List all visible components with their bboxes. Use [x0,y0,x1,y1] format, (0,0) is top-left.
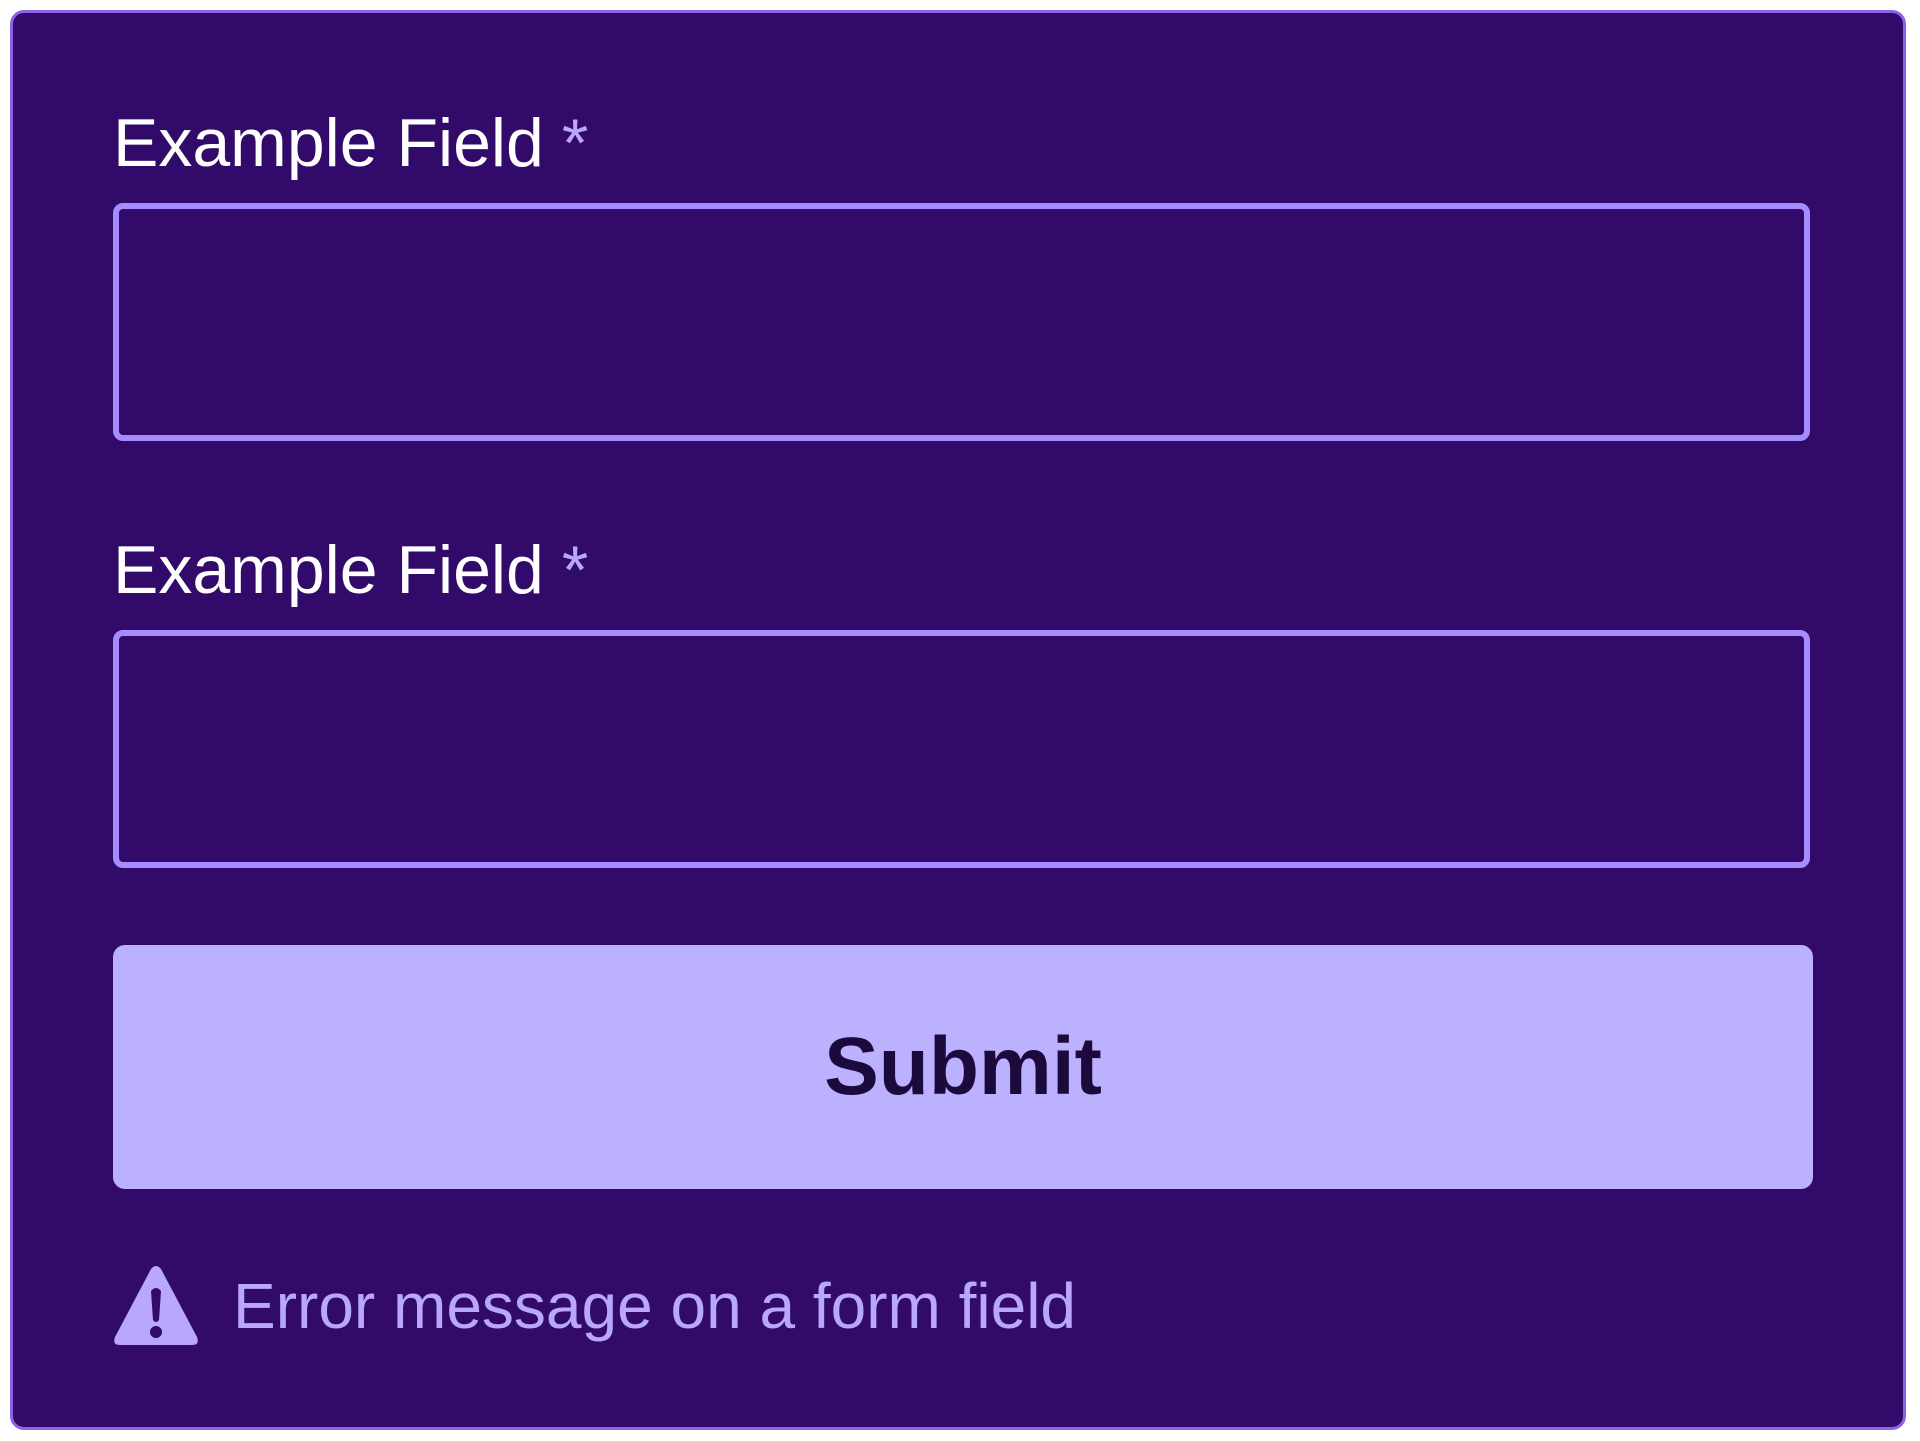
field-label-1: Example Field * [113,109,588,177]
example-field-input-1[interactable] [113,203,1810,441]
field-label-text: Example Field [113,532,544,608]
submit-button[interactable]: Submit [113,945,1813,1189]
error-message: Error message on a form field [113,1263,1076,1348]
example-field-input-2[interactable] [113,630,1810,868]
error-text: Error message on a form field [233,1269,1076,1342]
field-label-text: Example Field [113,105,544,181]
required-asterisk: * [561,532,589,608]
required-asterisk: * [561,105,589,181]
warning-triangle-icon [114,1265,198,1345]
form-panel: Example Field * Example Field * Submit Err… [10,10,1906,1430]
field-label-2: Example Field * [113,536,588,604]
